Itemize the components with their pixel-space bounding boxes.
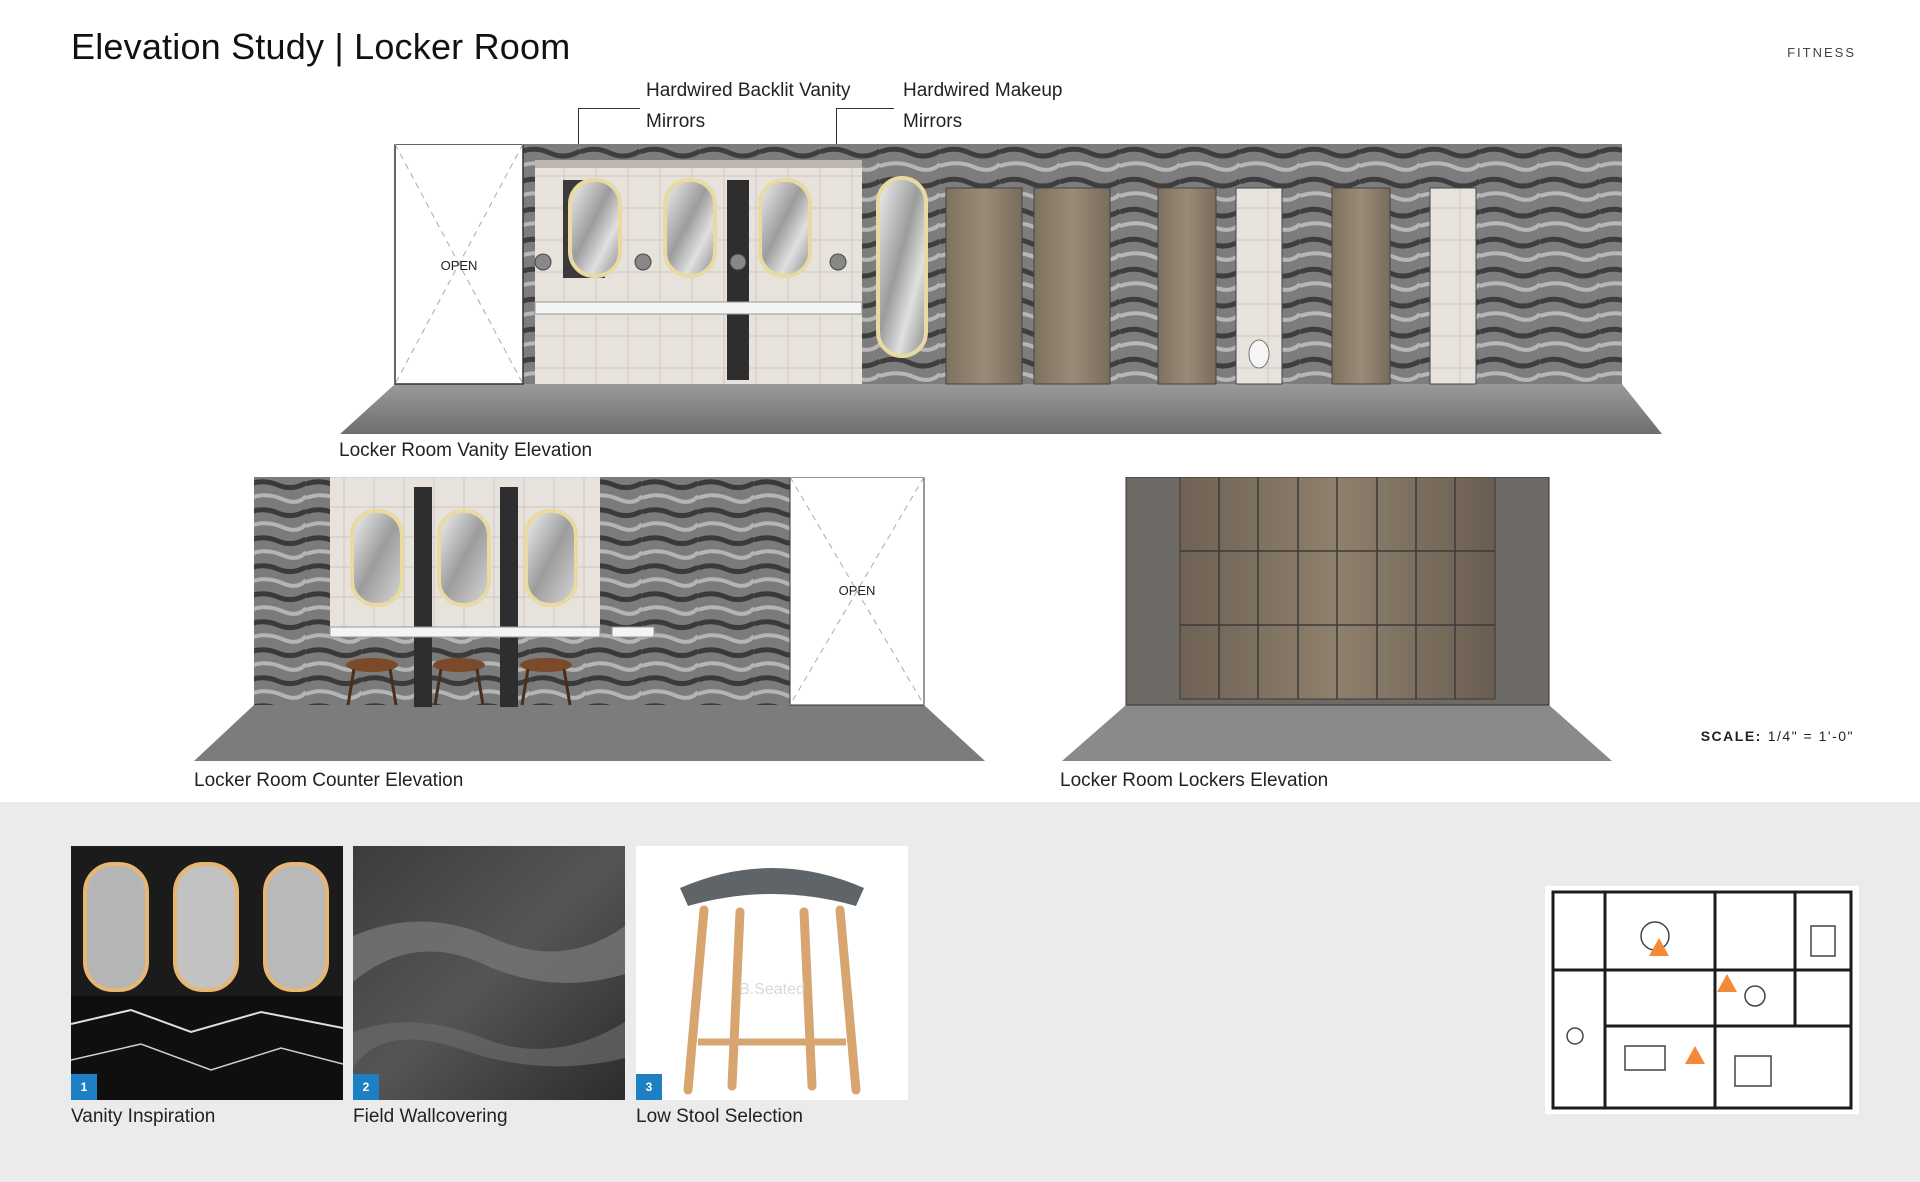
caption-lockers-elevation: Locker Room Lockers Elevation [1060, 770, 1329, 791]
scale-label: SCALE: [1700, 728, 1762, 744]
caption-vanity-elevation: Locker Room Vanity Elevation [339, 440, 593, 461]
callout-makeup-line-2: Mirrors [903, 111, 963, 132]
leader-line [836, 108, 894, 109]
counter-elevation-drawing: OPEN [194, 477, 985, 761]
caption-counter-elevation: Locker Room Counter Elevation [194, 770, 464, 791]
caption-vanity-inspiration: Vanity Inspiration [71, 1106, 216, 1127]
leader-line [578, 108, 640, 109]
callout-makeup-line-1: Hardwired Makeup [903, 80, 1063, 101]
open-label: OPEN [441, 258, 478, 273]
swatch-number: 2 [353, 1074, 379, 1100]
scale-note: SCALE: 1/4" = 1'-0" [1701, 728, 1854, 744]
swatch-number: 3 [636, 1074, 662, 1100]
section-tag: FITNESS [1787, 45, 1856, 60]
swatch-field-wallcovering: 2 [353, 846, 625, 1100]
caption-field-wallcovering: Field Wallcovering [353, 1106, 508, 1127]
key-plan [1545, 886, 1859, 1114]
lockers-elevation-drawing [1062, 477, 1612, 761]
callout-vanity-mirrors: Hardwired Backlit Vanity Mirrors [646, 75, 851, 137]
callout-makeup-mirrors: Hardwired Makeup Mirrors [903, 75, 1062, 137]
vanity-elevation-drawing: OPEN [340, 144, 1662, 434]
stool-watermark: B.Seated [739, 981, 805, 998]
callout-vanity-line-1: Hardwired Backlit Vanity [646, 80, 851, 101]
scale-value: 1/4" = 1'-0" [1767, 728, 1854, 744]
open-label: OPEN [839, 583, 876, 598]
caption-low-stool-selection: Low Stool Selection [636, 1106, 803, 1127]
page-title: Elevation Study | Locker Room [71, 26, 571, 67]
swatch-number: 1 [71, 1074, 97, 1100]
swatch-vanity-inspiration: 1 [71, 846, 343, 1100]
swatch-low-stool-selection: B.Seated 3 [636, 846, 908, 1100]
callout-vanity-line-2: Mirrors [646, 111, 706, 132]
